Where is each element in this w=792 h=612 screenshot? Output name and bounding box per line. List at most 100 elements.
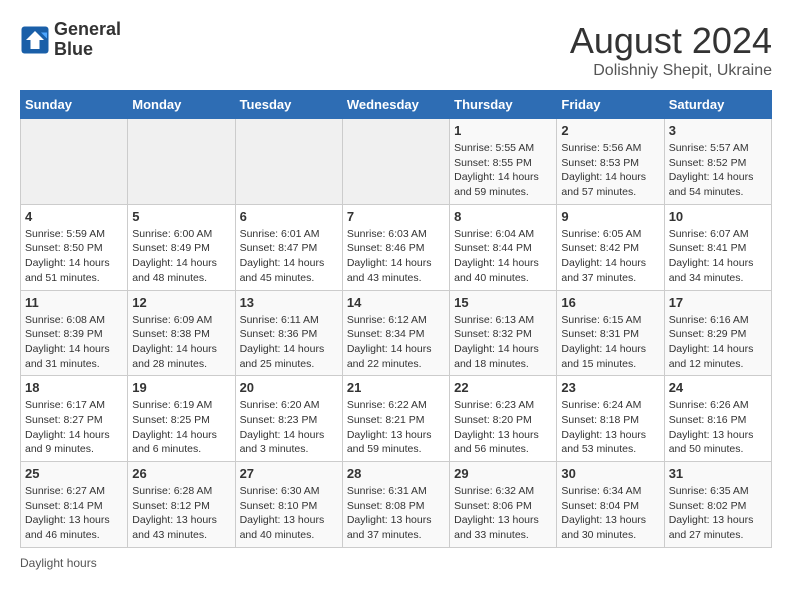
day-number: 10 xyxy=(669,209,767,224)
day-info: Sunrise: 5:57 AMSunset: 8:52 PMDaylight:… xyxy=(669,141,767,200)
calendar-cell: 2Sunrise: 5:56 AMSunset: 8:53 PMDaylight… xyxy=(557,119,664,205)
day-number: 3 xyxy=(669,123,767,138)
calendar-week-row: 1 Sunrise: 5:55 AMSunset: 8:55 PMDaylight… xyxy=(21,119,772,205)
day-number: 13 xyxy=(240,295,338,310)
footer-note: Daylight hours xyxy=(20,556,772,570)
day-number: 8 xyxy=(454,209,552,224)
day-info: Sunrise: 6:31 AMSunset: 8:08 PMDaylight:… xyxy=(347,484,445,543)
day-info: Sunrise: 6:16 AMSunset: 8:29 PMDaylight:… xyxy=(669,313,767,372)
day-of-week-header: Saturday xyxy=(664,91,771,119)
day-info: Sunrise: 6:20 AMSunset: 8:23 PMDaylight:… xyxy=(240,398,338,457)
day-of-week-header: Wednesday xyxy=(342,91,449,119)
day-info: Sunrise: 6:35 AMSunset: 8:02 PMDaylight:… xyxy=(669,484,767,543)
header: General Blue August 2024 Dolishniy Shepi… xyxy=(20,20,772,80)
day-of-week-header: Thursday xyxy=(450,91,557,119)
calendar-cell: 17 Sunrise: 6:16 AMSunset: 8:29 PMDayligh… xyxy=(664,290,771,376)
day-of-week-header: Sunday xyxy=(21,91,128,119)
calendar-cell: 5 Sunrise: 6:00 AMSunset: 8:49 PMDaylight… xyxy=(128,204,235,290)
day-number: 1 xyxy=(454,123,552,138)
calendar-cell: 3 Sunrise: 5:57 AMSunset: 8:52 PMDaylight… xyxy=(664,119,771,205)
calendar-cell: 13 Sunrise: 6:11 AMSunset: 8:36 PMDayligh… xyxy=(235,290,342,376)
calendar-header: SundayMondayTuesdayWednesdayThursdayFrid… xyxy=(21,91,772,119)
main-title: August 2024 xyxy=(570,20,772,62)
day-info: Sunrise: 6:30 AMSunset: 8:10 PMDaylight:… xyxy=(240,484,338,543)
day-info: Sunrise: 6:09 AMSunset: 8:38 PMDaylight:… xyxy=(132,313,230,372)
calendar-cell xyxy=(128,119,235,205)
calendar-cell: 21 Sunrise: 6:22 AMSunset: 8:21 PMDayligh… xyxy=(342,376,449,462)
calendar-cell: 4 Sunrise: 5:59 AMSunset: 8:50 PMDaylight… xyxy=(21,204,128,290)
day-number: 20 xyxy=(240,380,338,395)
calendar-cell: 22Sunrise: 6:23 AMSunset: 8:20 PMDayligh… xyxy=(450,376,557,462)
day-info: Sunrise: 6:00 AMSunset: 8:49 PMDaylight:… xyxy=(132,227,230,286)
logo-icon xyxy=(20,25,50,55)
calendar-cell: 27 Sunrise: 6:30 AMSunset: 8:10 PMDayligh… xyxy=(235,462,342,548)
day-of-week-header: Tuesday xyxy=(235,91,342,119)
day-number: 31 xyxy=(669,466,767,481)
logo-line1: General xyxy=(54,20,121,40)
calendar-cell xyxy=(342,119,449,205)
calendar-week-row: 25 Sunrise: 6:27 AMSunset: 8:14 PMDayligh… xyxy=(21,462,772,548)
calendar-cell: 30Sunrise: 6:34 AMSunset: 8:04 PMDayligh… xyxy=(557,462,664,548)
calendar-cell: 1 Sunrise: 5:55 AMSunset: 8:55 PMDaylight… xyxy=(450,119,557,205)
day-number: 14 xyxy=(347,295,445,310)
day-info: Sunrise: 6:15 AMSunset: 8:31 PMDaylight:… xyxy=(561,313,659,372)
day-number: 29 xyxy=(454,466,552,481)
day-number: 15 xyxy=(454,295,552,310)
calendar-week-row: 4 Sunrise: 5:59 AMSunset: 8:50 PMDaylight… xyxy=(21,204,772,290)
day-info: Sunrise: 6:27 AMSunset: 8:14 PMDaylight:… xyxy=(25,484,123,543)
calendar-cell xyxy=(21,119,128,205)
day-info: Sunrise: 6:11 AMSunset: 8:36 PMDaylight:… xyxy=(240,313,338,372)
day-info: Sunrise: 6:12 AMSunset: 8:34 PMDaylight:… xyxy=(347,313,445,372)
day-number: 23 xyxy=(561,380,659,395)
day-number: 16 xyxy=(561,295,659,310)
calendar-body: 1 Sunrise: 5:55 AMSunset: 8:55 PMDaylight… xyxy=(21,119,772,548)
day-of-week-header: Monday xyxy=(128,91,235,119)
day-number: 5 xyxy=(132,209,230,224)
calendar-cell: 10 Sunrise: 6:07 AMSunset: 8:41 PMDayligh… xyxy=(664,204,771,290)
subtitle: Dolishniy Shepit, Ukraine xyxy=(570,62,772,80)
day-info: Sunrise: 6:07 AMSunset: 8:41 PMDaylight:… xyxy=(669,227,767,286)
calendar-cell: 23 Sunrise: 6:24 AMSunset: 8:18 PMDayligh… xyxy=(557,376,664,462)
day-info: Sunrise: 5:55 AMSunset: 8:55 PMDaylight:… xyxy=(454,141,552,200)
day-info: Sunrise: 6:28 AMSunset: 8:12 PMDaylight:… xyxy=(132,484,230,543)
calendar-cell: 14 Sunrise: 6:12 AMSunset: 8:34 PMDayligh… xyxy=(342,290,449,376)
calendar-cell: 24Sunrise: 6:26 AMSunset: 8:16 PMDayligh… xyxy=(664,376,771,462)
calendar-cell: 16 Sunrise: 6:15 AMSunset: 8:31 PMDayligh… xyxy=(557,290,664,376)
day-info: Sunrise: 5:59 AMSunset: 8:50 PMDaylight:… xyxy=(25,227,123,286)
calendar-table: SundayMondayTuesdayWednesdayThursdayFrid… xyxy=(20,90,772,548)
page-wrapper: General Blue August 2024 Dolishniy Shepi… xyxy=(20,20,772,570)
calendar-cell: 28 Sunrise: 6:31 AMSunset: 8:08 PMDayligh… xyxy=(342,462,449,548)
calendar-week-row: 11Sunrise: 6:08 AMSunset: 8:39 PMDayligh… xyxy=(21,290,772,376)
logo-line2: Blue xyxy=(54,40,121,60)
calendar-cell: 9 Sunrise: 6:05 AMSunset: 8:42 PMDaylight… xyxy=(557,204,664,290)
day-info: Sunrise: 6:32 AMSunset: 8:06 PMDaylight:… xyxy=(454,484,552,543)
logo: General Blue xyxy=(20,20,121,60)
day-of-week-header: Friday xyxy=(557,91,664,119)
calendar-cell: 29 Sunrise: 6:32 AMSunset: 8:06 PMDayligh… xyxy=(450,462,557,548)
day-number: 2 xyxy=(561,123,659,138)
calendar-cell: 7 Sunrise: 6:03 AMSunset: 8:46 PMDaylight… xyxy=(342,204,449,290)
calendar-cell xyxy=(235,119,342,205)
calendar-cell: 20 Sunrise: 6:20 AMSunset: 8:23 PMDayligh… xyxy=(235,376,342,462)
calendar-cell: 18Sunrise: 6:17 AMSunset: 8:27 PMDayligh… xyxy=(21,376,128,462)
day-number: 6 xyxy=(240,209,338,224)
calendar-cell: 12Sunrise: 6:09 AMSunset: 8:38 PMDayligh… xyxy=(128,290,235,376)
day-number: 21 xyxy=(347,380,445,395)
day-number: 9 xyxy=(561,209,659,224)
day-info: Sunrise: 6:24 AMSunset: 8:18 PMDaylight:… xyxy=(561,398,659,457)
day-info: Sunrise: 6:05 AMSunset: 8:42 PMDaylight:… xyxy=(561,227,659,286)
day-info: Sunrise: 6:03 AMSunset: 8:46 PMDaylight:… xyxy=(347,227,445,286)
day-info: Sunrise: 6:19 AMSunset: 8:25 PMDaylight:… xyxy=(132,398,230,457)
calendar-cell: 11Sunrise: 6:08 AMSunset: 8:39 PMDayligh… xyxy=(21,290,128,376)
day-number: 25 xyxy=(25,466,123,481)
day-number: 11 xyxy=(25,295,123,310)
title-area: August 2024 Dolishniy Shepit, Ukraine xyxy=(570,20,772,80)
day-number: 27 xyxy=(240,466,338,481)
day-info: Sunrise: 6:17 AMSunset: 8:27 PMDaylight:… xyxy=(25,398,123,457)
day-number: 7 xyxy=(347,209,445,224)
day-number: 28 xyxy=(347,466,445,481)
day-info: Sunrise: 6:22 AMSunset: 8:21 PMDaylight:… xyxy=(347,398,445,457)
day-number: 17 xyxy=(669,295,767,310)
day-info: Sunrise: 6:04 AMSunset: 8:44 PMDaylight:… xyxy=(454,227,552,286)
day-number: 4 xyxy=(25,209,123,224)
